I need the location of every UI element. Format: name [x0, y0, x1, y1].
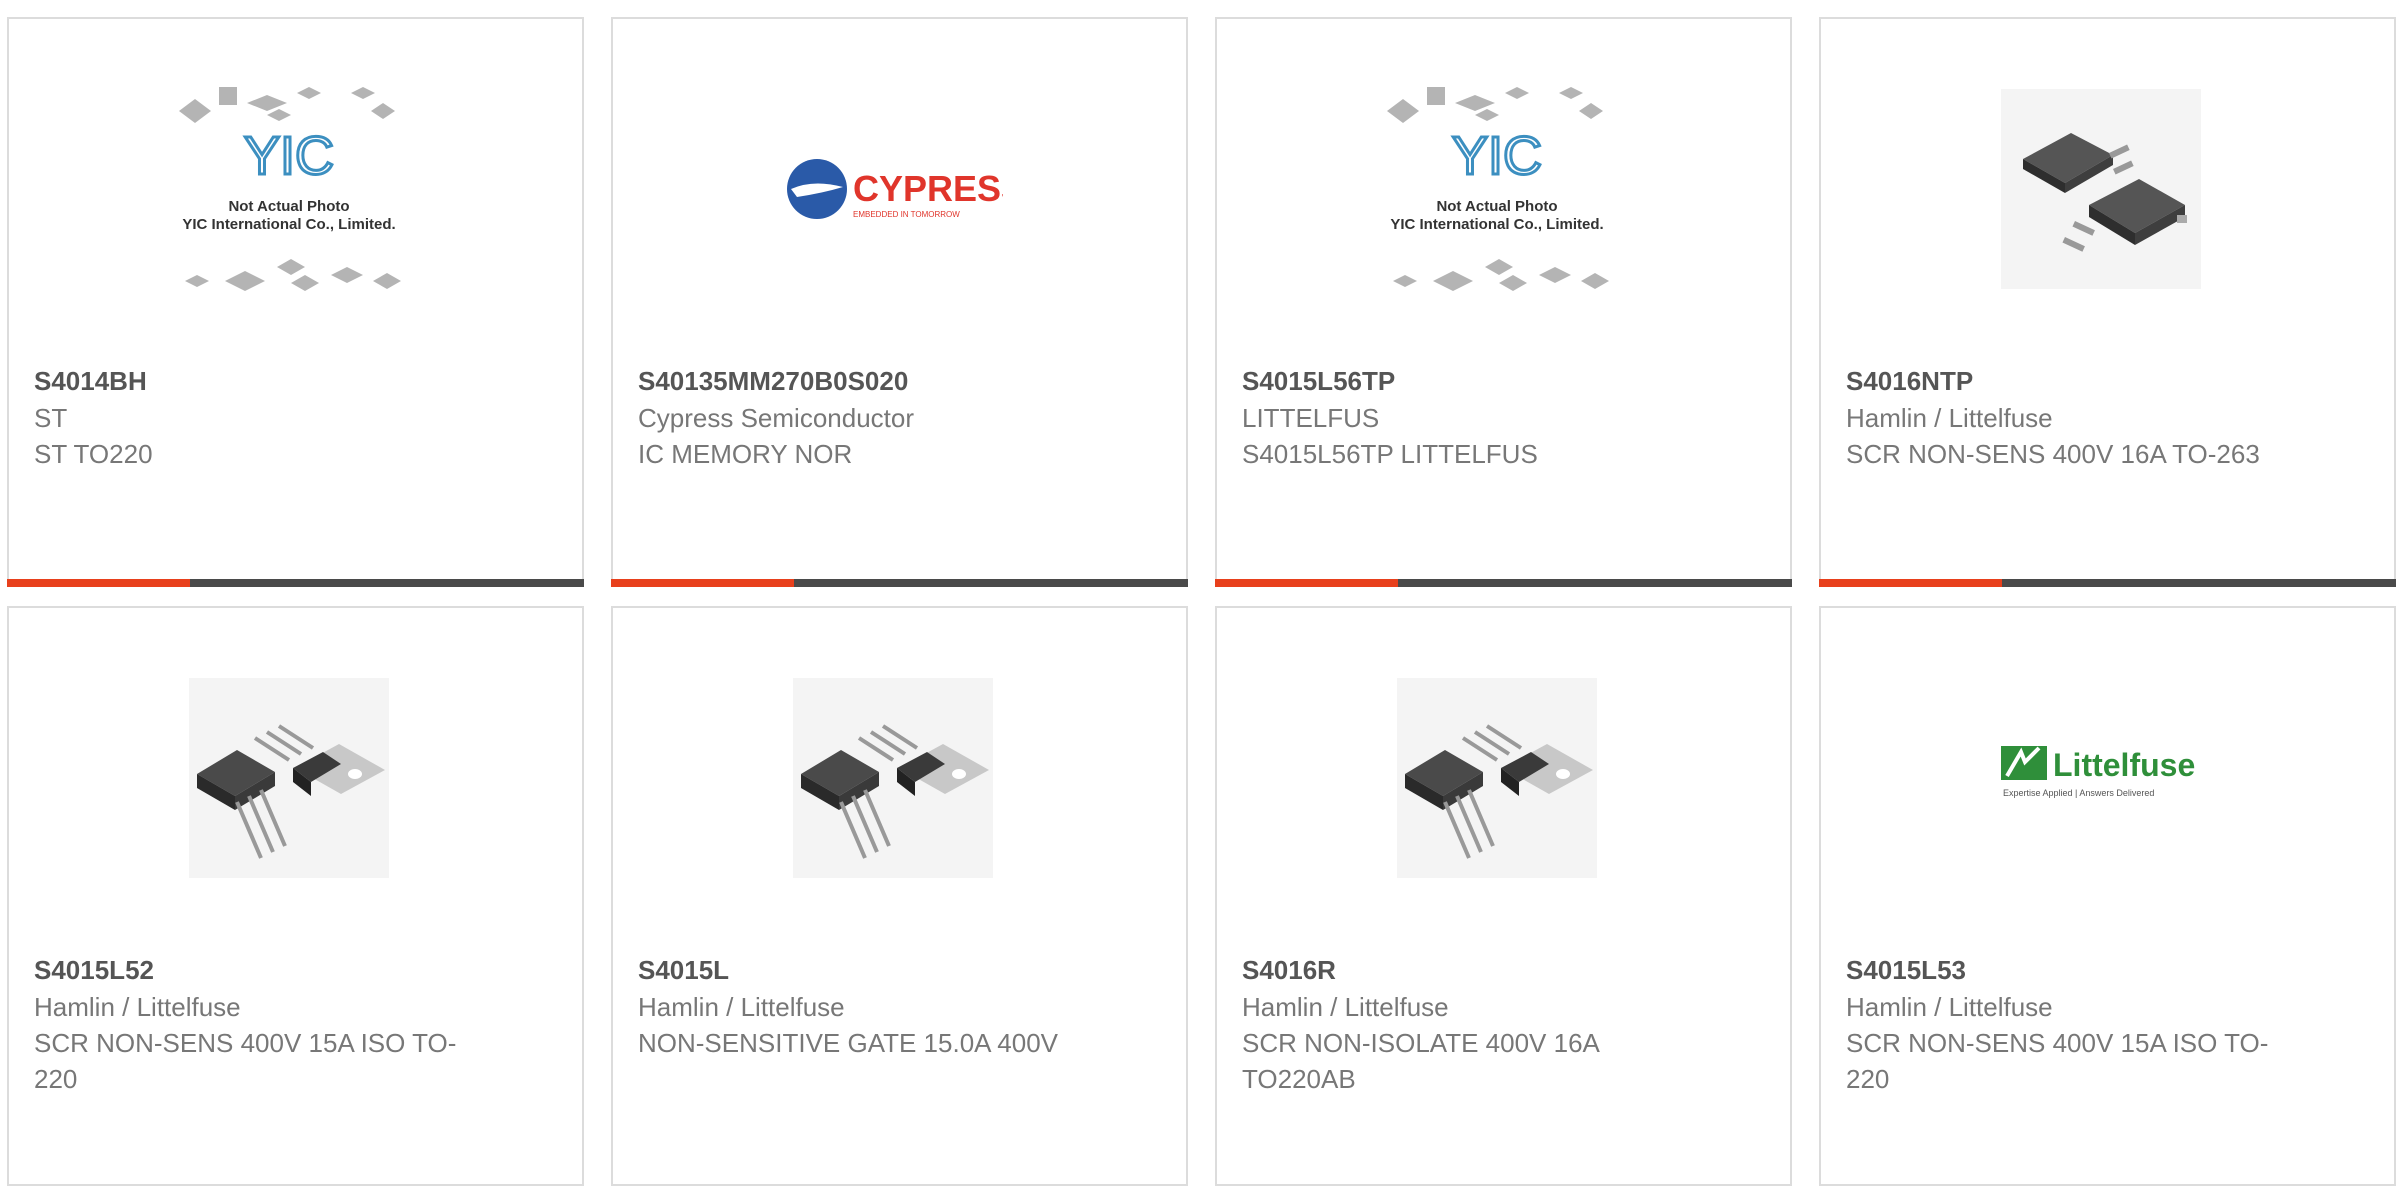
description: SCR NON-ISOLATE 400V 16A TO220AB [1242, 1028, 1599, 1094]
part-number[interactable]: S4015L [638, 951, 1086, 989]
card-footer-bar [1819, 579, 2396, 587]
product-image[interactable] [763, 678, 1023, 878]
part-number[interactable]: S4015L56TP [1242, 362, 1690, 400]
product-card[interactable]: YIC Not Actual Photo YIC International C… [1215, 17, 1792, 587]
card-footer-bar [611, 579, 1188, 587]
manufacturer: Hamlin / Littelfuse [1242, 992, 1449, 1022]
description: SCR NON-SENS 400V 15A ISO TO-220 [1846, 1028, 2269, 1094]
manufacturer: Hamlin / Littelfuse [34, 992, 241, 1022]
product-image[interactable] [159, 678, 419, 878]
manufacturer: Hamlin / Littelfuse [638, 992, 845, 1022]
product-image[interactable]: Littelfuse Expertise Applied | Answers D… [1971, 678, 2231, 878]
to263-package-icon [2001, 89, 2201, 289]
part-number[interactable]: S4016NTP [1846, 362, 2294, 400]
image-caption-1: Not Actual Photo [228, 198, 349, 215]
product-image[interactable] [1367, 678, 1627, 878]
product-card[interactable]: Littelfuse Expertise Applied | Answers D… [1819, 606, 2396, 1186]
card-footer-bar [1215, 579, 1792, 587]
cypress-logo: CYPRESS EMBEDDED IN TOMORROW [787, 159, 1003, 219]
part-number[interactable]: S4016R [1242, 951, 1690, 989]
description: ST TO220 [34, 439, 153, 469]
image-caption-2: YIC International Co., Limited. [1390, 216, 1603, 233]
product-card[interactable]: S4016R Hamlin / Littelfuse SCR NON-ISOLA… [1215, 606, 1792, 1186]
image-caption-2: YIC International Co., Limited. [182, 216, 395, 233]
littelfuse-logo: Littelfuse Expertise Applied | Answers D… [2001, 746, 2195, 798]
svg-text:YIC: YIC [1452, 126, 1542, 186]
logo-tagline: Expertise Applied | Answers Delivered [2003, 788, 2154, 798]
manufacturer: LITTELFUS [1242, 403, 1380, 433]
part-number[interactable]: S4015L52 [34, 951, 482, 989]
logo-tagline: EMBEDDED IN TOMORROW [853, 210, 960, 219]
svg-text:YIC: YIC [244, 126, 334, 186]
product-card[interactable]: S4015L Hamlin / Littelfuse NON-SENSITIVE… [611, 606, 1188, 1186]
product-card[interactable]: CYPRESS EMBEDDED IN TOMORROW S40135MM270… [611, 17, 1188, 587]
manufacturer: Cypress Semiconductor [638, 403, 914, 433]
card-footer-bar [7, 579, 584, 587]
part-number[interactable]: S4015L53 [1846, 951, 2294, 989]
product-image[interactable]: CYPRESS EMBEDDED IN TOMORROW [763, 89, 1023, 289]
logo-text: Littelfuse [2053, 747, 2195, 783]
product-card[interactable]: S4015L52 Hamlin / Littelfuse SCR NON-SEN… [7, 606, 584, 1186]
product-image[interactable] [1971, 89, 2231, 289]
description: SCR NON-SENS 400V 15A ISO TO-220 [34, 1028, 457, 1094]
description: IC MEMORY NOR [638, 439, 853, 469]
product-image[interactable]: YIC Not Actual Photo YIC International C… [159, 87, 419, 291]
logo-text: CYPRESS [853, 168, 1003, 209]
manufacturer: ST [34, 403, 68, 433]
to220-package-icon [189, 678, 389, 878]
description: NON-SENSITIVE GATE 15.0A 400V [638, 1028, 1059, 1058]
manufacturer: Hamlin / Littelfuse [1846, 992, 2053, 1022]
part-number[interactable]: S4014BH [34, 362, 482, 400]
to220-package-icon [1397, 678, 1597, 878]
product-image[interactable]: YIC Not Actual Photo YIC International C… [1367, 87, 1627, 291]
to220-package-icon [793, 678, 993, 878]
image-caption-1: Not Actual Photo [1436, 198, 1557, 215]
part-number[interactable]: S40135MM270B0S020 [638, 362, 1086, 400]
description: SCR NON-SENS 400V 16A TO-263 [1846, 439, 2260, 469]
description: S4015L56TP LITTELFUS [1242, 439, 1538, 469]
manufacturer: Hamlin / Littelfuse [1846, 403, 2053, 433]
product-card[interactable]: S4016NTP Hamlin / Littelfuse SCR NON-SEN… [1819, 17, 2396, 587]
product-card[interactable]: YIC Not Actual Photo YIC International C… [7, 17, 584, 587]
